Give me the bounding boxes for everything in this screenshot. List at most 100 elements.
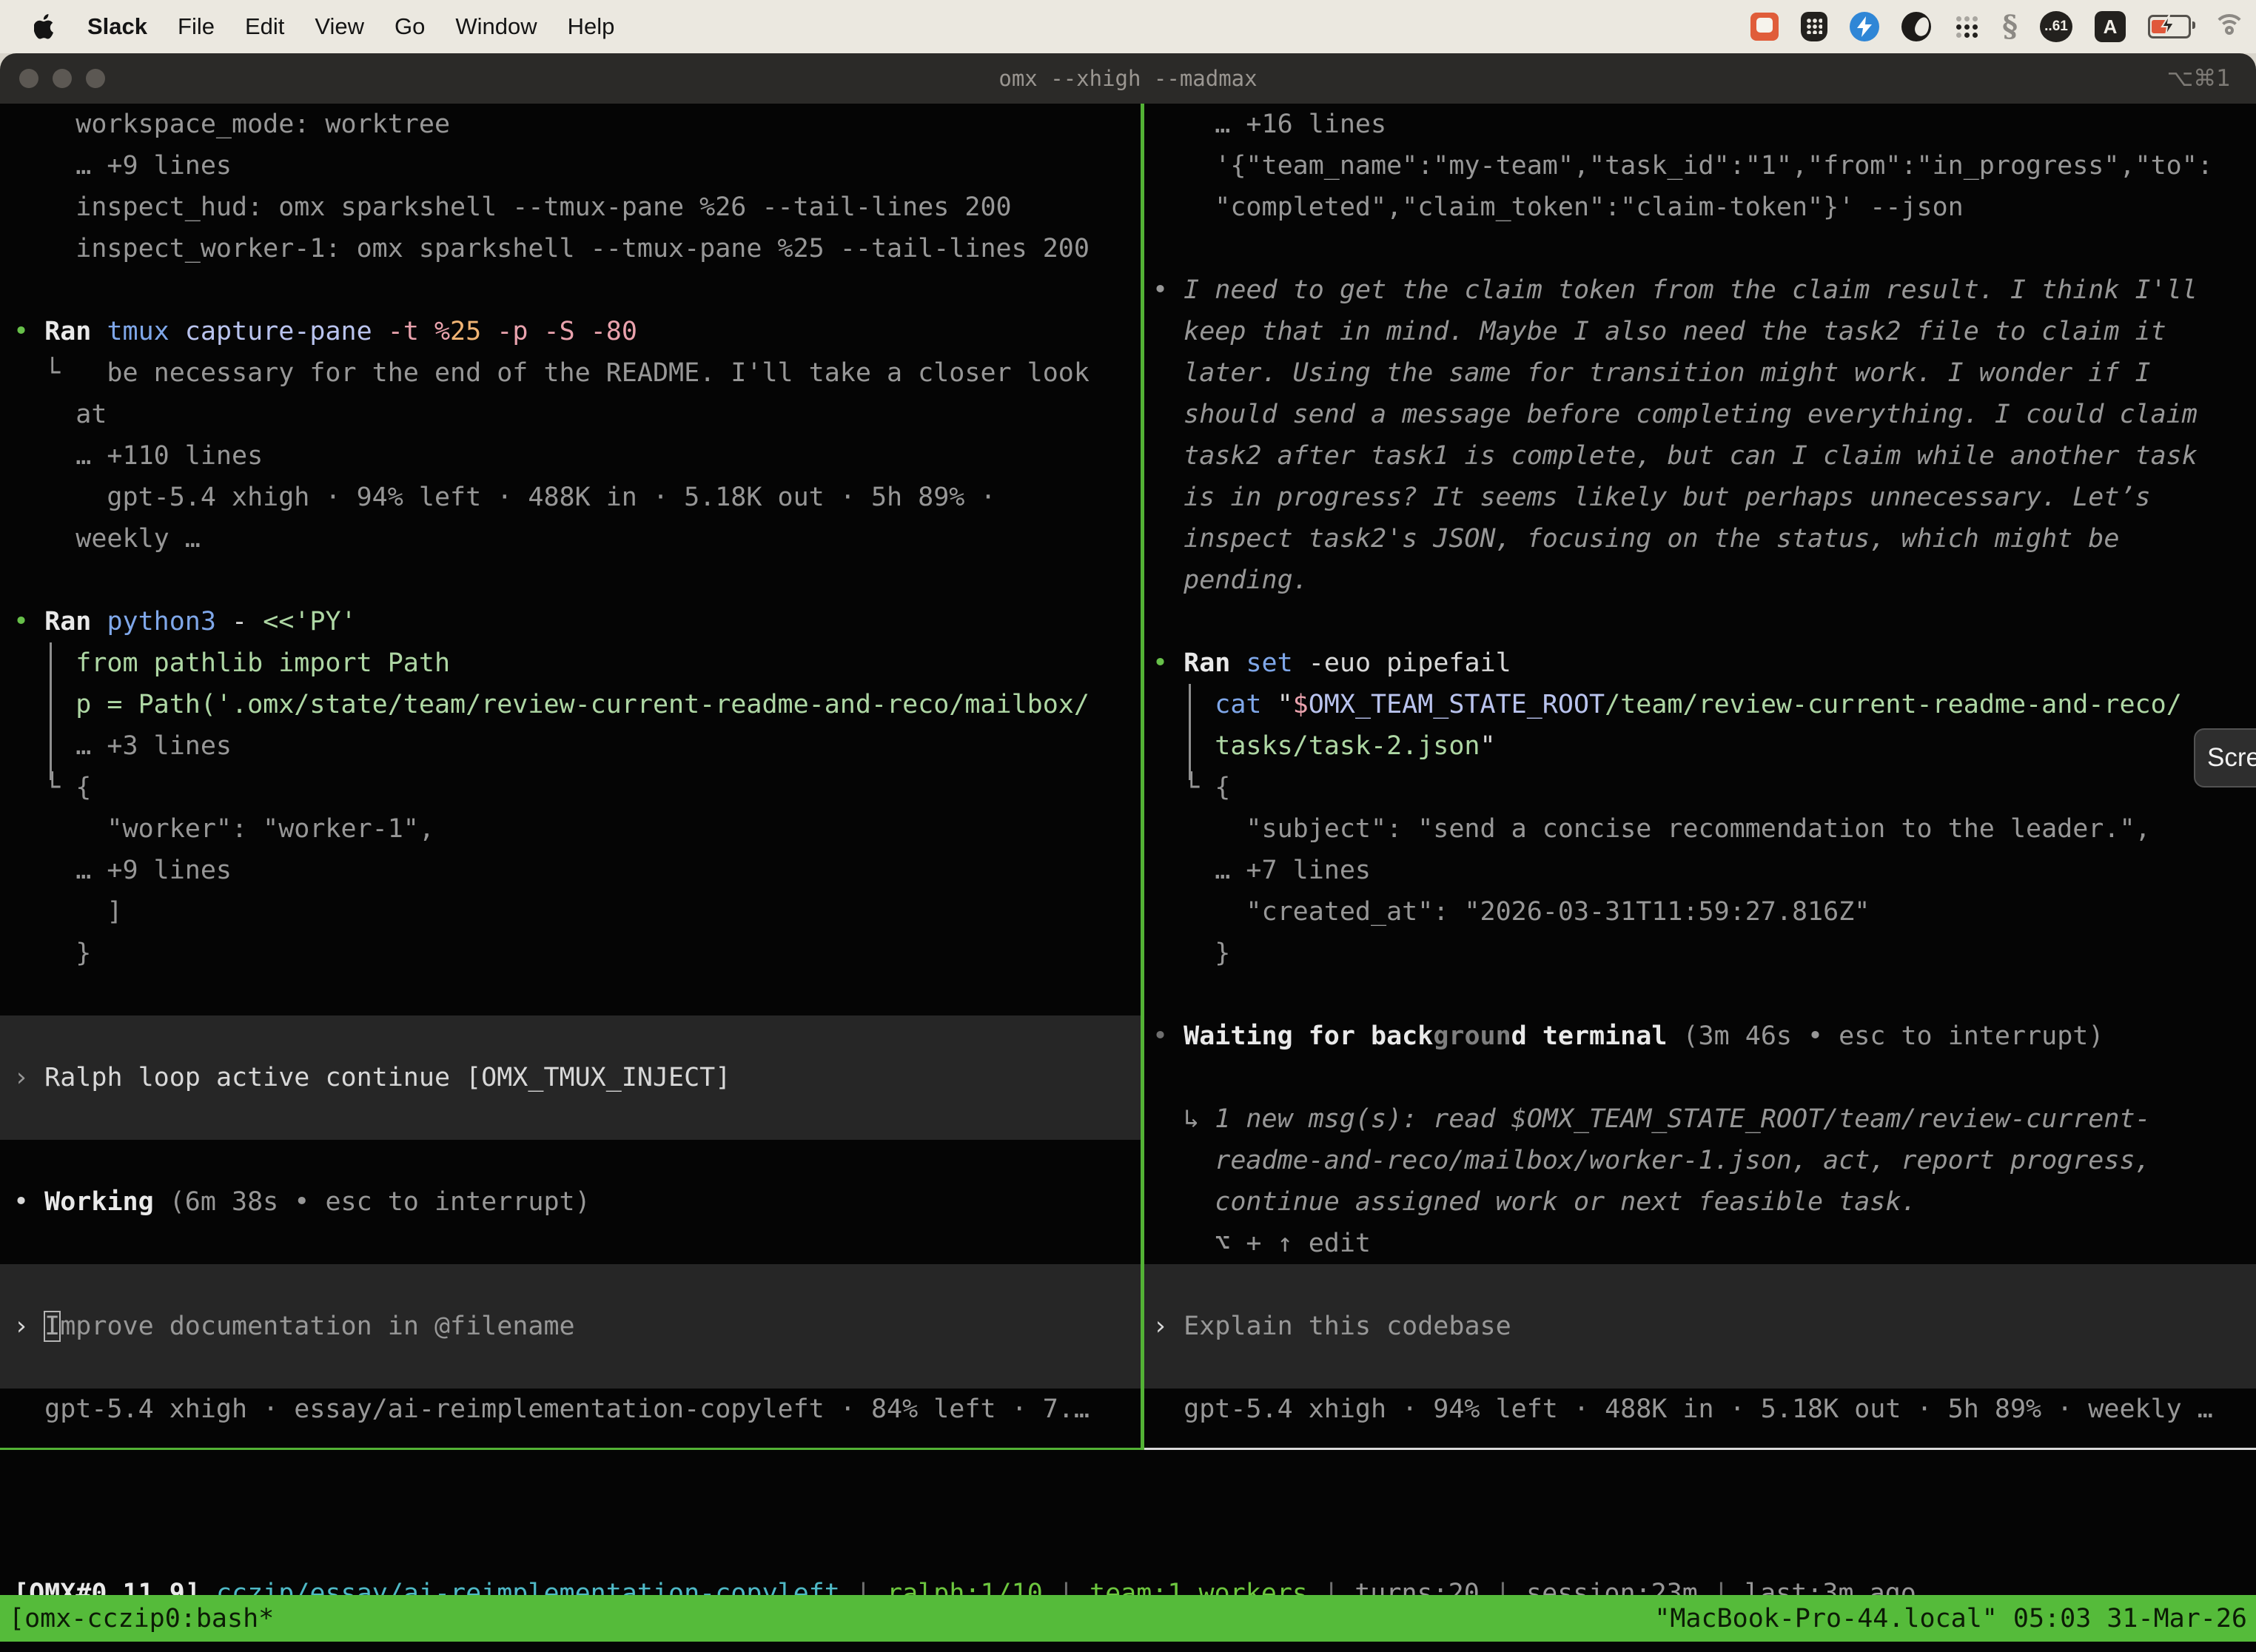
right-terminal-pane[interactable]: … +16 lines '{"team_name":"my-team","tas… [1144, 104, 2256, 1450]
input-source-icon[interactable]: A [2095, 11, 2126, 42]
prompt-band[interactable]: › Improve documentation in @filename [0, 1264, 1141, 1389]
terminal-line: workspace_mode: worktree [13, 104, 1141, 145]
heredoc-guide-line [50, 642, 52, 780]
terminal-line: gpt-5.4 xhigh · 94% left · 488K in · 5.1… [1152, 1389, 2256, 1430]
app-grid-icon[interactable] [1953, 13, 1980, 40]
terminal-line [13, 974, 1141, 1015]
wifi-icon[interactable] [2213, 14, 2246, 39]
terminal-line: tasks/task-2.json" [1152, 725, 2256, 767]
terminal-line [13, 1140, 1141, 1181]
tmux-status-bar: [omx-cczip0:bash* "MacBook-Pro-44.local"… [0, 1595, 2256, 1642]
menu-item-file[interactable]: File [178, 13, 215, 40]
terminal-line [1152, 1057, 2256, 1098]
terminal-line: • Ran python3 - <<'PY' [13, 601, 1141, 642]
terminal-line: readme-and-reco/mailbox/worker-1.json, a… [1152, 1140, 2256, 1181]
terminal-line: "subject": "send a concise recommendatio… [1152, 808, 2256, 850]
terminal-line: later. Using the same for transition mig… [1152, 352, 2256, 394]
terminal-line [1152, 1264, 2256, 1306]
terminal-line: ] [13, 891, 1141, 933]
terminal-line: gpt-5.4 xhigh · 94% left · 488K in · 5.1… [13, 477, 1141, 518]
apple-menu-icon[interactable] [34, 13, 56, 40]
tmux-panes: workspace_mode: worktree … +9 lines insp… [0, 104, 2256, 1450]
terminal-line: '{"team_name":"my-team","task_id":"1","f… [1152, 145, 2256, 187]
terminal-line: • Working (6m 38s • esc to interrupt) [13, 1181, 1141, 1223]
prompt-band[interactable]: › Explain this codebase [1144, 1264, 2256, 1389]
terminal-line: … +9 lines [13, 145, 1141, 187]
terminal-line: "created_at": "2026-03-31T11:59:27.816Z" [1152, 891, 2256, 933]
menu-bar: Slack File Edit View Go Window Help § ..… [0, 0, 2256, 53]
bolt-badge-icon[interactable] [1850, 12, 1879, 41]
terminal-line: › Improve documentation in @filename [13, 1306, 1141, 1347]
terminal-line: p = Path('.omx/state/team/review-current… [13, 684, 1141, 725]
screenshot-tooltip-label: Scre [2207, 743, 2256, 773]
terminal-line [1152, 228, 2256, 269]
shield-grid-icon[interactable] [1801, 12, 1827, 41]
terminal-line: • Ran set -euo pipefail [1152, 642, 2256, 684]
terminal-line: } [1152, 933, 2256, 974]
terminal-line [13, 1015, 1141, 1057]
terminal-line: from pathlib import Path [13, 642, 1141, 684]
terminal-line [13, 1223, 1141, 1264]
tmux-session-label[interactable]: [omx-cczip0:bash* [9, 1604, 274, 1633]
screenshot-tooltip: Scre [2194, 728, 2256, 788]
heredoc-guide-line [1189, 684, 1191, 780]
terminal-line: cat "$OMX_TEAM_STATE_ROOT/team/review-cu… [1152, 684, 2256, 725]
terminal-line [13, 1264, 1141, 1306]
terminal-line [1152, 1347, 2256, 1389]
battery-icon[interactable] [2148, 15, 2191, 38]
terminal-line: └ { [1152, 767, 2256, 808]
terminal-line: … +16 lines [1152, 104, 2256, 145]
left-terminal-pane[interactable]: workspace_mode: worktree … +9 lines insp… [0, 104, 1141, 1450]
terminal-line: … +3 lines [13, 725, 1141, 767]
chat-icon[interactable] [1750, 13, 1779, 41]
terminal-line: › Ralph loop active continue [OMX_TMUX_I… [13, 1057, 1141, 1098]
terminal-line [1152, 974, 2256, 1015]
terminal-line: task2 after task1 is complete, but can I… [1152, 435, 2256, 477]
terminal-line: gpt-5.4 xhigh · essay/ai-reimplementatio… [13, 1389, 1141, 1430]
terminal-line: • Ran tmux capture-pane -t %25 -p -S -80 [13, 311, 1141, 352]
terminal-line: └ be necessary for the end of the README… [13, 352, 1141, 394]
terminal: workspace_mode: worktree … +9 lines insp… [0, 104, 2256, 1652]
tmux-host-clock: "MacBook-Pro-44.local" 05:03 31-Mar-26 [1654, 1604, 2247, 1633]
menu-item-help[interactable]: Help [568, 13, 615, 40]
terminal-line [13, 269, 1141, 311]
terminal-line: at [13, 394, 1141, 435]
terminal-line: └ { [13, 767, 1141, 808]
terminal-line: … +110 lines [13, 435, 1141, 477]
terminal-line: inspect_hud: omx sparkshell --tmux-pane … [13, 187, 1141, 228]
terminal-line: ⌥ + ↑ edit [1152, 1223, 2256, 1264]
terminal-line: continue assigned work or next feasible … [1152, 1181, 2256, 1223]
count-badge-icon[interactable]: ..61 [2040, 11, 2072, 42]
terminal-line: … +7 lines [1152, 850, 2256, 891]
terminal-line: • Waiting for background terminal (3m 46… [1152, 1015, 2256, 1057]
menu-status-icons: § ..61 A [1750, 0, 2246, 53]
terminal-line: } [13, 933, 1141, 974]
terminal-line: inspect_worker-1: omx sparkshell --tmux-… [13, 228, 1141, 269]
terminal-line [13, 560, 1141, 601]
window-title-bar[interactable]: omx --xhigh --madmax ⌥⌘1 [0, 53, 2256, 104]
menu-item-edit[interactable]: Edit [245, 13, 284, 40]
terminal-line: should send a message before completing … [1152, 394, 2256, 435]
window-title: omx --xhigh --madmax [0, 66, 2256, 91]
terminal-line [13, 1098, 1141, 1140]
window-shortcut-hint: ⌥⌘1 [2167, 65, 2231, 92]
terminal-line: "worker": "worker-1", [13, 808, 1141, 850]
terminal-line: › Explain this codebase [1152, 1306, 2256, 1347]
terminal-line: "completed","claim_token":"claim-token"}… [1152, 187, 2256, 228]
keychain-icon[interactable]: § [2002, 12, 2018, 41]
terminal-line: inspect task2's JSON, focusing on the st… [1152, 518, 2256, 560]
menu-item-window[interactable]: Window [455, 13, 537, 40]
terminal-line [1152, 601, 2256, 642]
terminal-line: is in progress? It seems likely but perh… [1152, 477, 2256, 518]
menu-item-go[interactable]: Go [395, 13, 425, 40]
prompt-band[interactable]: › Ralph loop active continue [OMX_TMUX_I… [0, 1015, 1141, 1140]
terminal-line: … +9 lines [13, 850, 1141, 891]
crescent-icon[interactable] [1901, 12, 1931, 41]
menu-item-app[interactable]: Slack [87, 13, 147, 40]
terminal-line: • I need to get the claim token from the… [1152, 269, 2256, 311]
terminal-line: weekly … [13, 518, 1141, 560]
menu-item-view[interactable]: View [315, 13, 364, 40]
terminal-line: ↳ 1 new msg(s): read $OMX_TEAM_STATE_ROO… [1152, 1098, 2256, 1140]
terminal-line [13, 1347, 1141, 1389]
terminal-line: keep that in mind. Maybe I also need the… [1152, 311, 2256, 352]
